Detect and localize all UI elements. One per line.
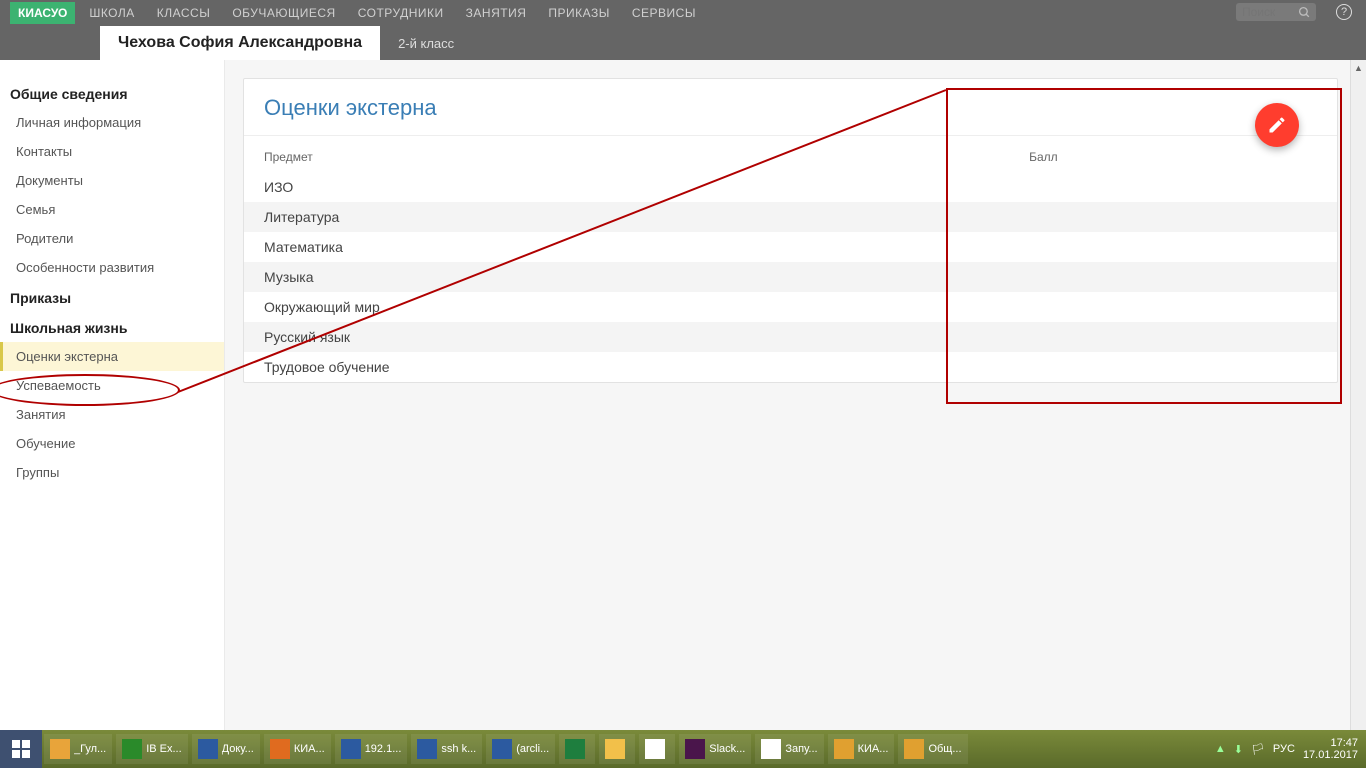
sidebar-item-development[interactable]: Особенности развития bbox=[0, 253, 224, 282]
cell-grade bbox=[1009, 172, 1337, 202]
panel-title: Оценки экстерна bbox=[244, 79, 1337, 136]
cell-grade bbox=[1009, 352, 1337, 382]
cell-grade bbox=[1009, 232, 1337, 262]
sidebar-section-orders: Приказы bbox=[0, 282, 224, 312]
sidebar-item-learning[interactable]: Обучение bbox=[0, 429, 224, 458]
taskbar-item[interactable]: Общ... bbox=[898, 734, 967, 764]
sidebar-item-family[interactable]: Семья bbox=[0, 195, 224, 224]
tray-up-icon[interactable]: ▲ bbox=[1215, 743, 1226, 755]
table-row: Трудовое обучение bbox=[244, 352, 1337, 382]
app-icon bbox=[341, 739, 361, 759]
app-icon bbox=[198, 739, 218, 759]
tab-class[interactable]: 2-й класс bbox=[380, 26, 454, 60]
taskbar-item[interactable]: 192.1... bbox=[335, 734, 408, 764]
table-row: Математика bbox=[244, 232, 1337, 262]
taskbar-item[interactable]: КИА... bbox=[264, 734, 331, 764]
tab-student-name[interactable]: Чехова София Александровна bbox=[100, 26, 380, 60]
cell-subject: Русский язык bbox=[244, 322, 1009, 352]
app-logo[interactable]: КИАСУО bbox=[10, 2, 75, 24]
taskbar-item[interactable] bbox=[599, 734, 635, 764]
table-row: Русский язык bbox=[244, 322, 1337, 352]
cell-subject: Окружающий мир bbox=[244, 292, 1009, 322]
search-wrap bbox=[1236, 3, 1316, 21]
nav-lessons[interactable]: ЗАНЯТИЯ bbox=[466, 6, 527, 20]
app-icon bbox=[605, 739, 625, 759]
sidebar-item-extern-grades[interactable]: Оценки экстерна bbox=[0, 342, 224, 371]
app-icon bbox=[685, 739, 705, 759]
cell-grade bbox=[1009, 292, 1337, 322]
system-tray: ▲ ⬇ 🏳 РУС 17:47 17.01.2017 bbox=[1215, 737, 1366, 761]
taskbar-item[interactable]: IB Ex... bbox=[116, 734, 187, 764]
table-row: ИЗО bbox=[244, 172, 1337, 202]
table-row: Окружающий мир bbox=[244, 292, 1337, 322]
taskbar-item[interactable]: _Гул... bbox=[44, 734, 112, 764]
app-icon bbox=[904, 739, 924, 759]
taskbar-item[interactable]: Доку... bbox=[192, 734, 260, 764]
nav-classes[interactable]: КЛАССЫ bbox=[157, 6, 211, 20]
scrollbar-vertical[interactable]: ▲ ▼ bbox=[1350, 60, 1366, 768]
col-subject: Предмет bbox=[244, 136, 1009, 172]
cell-subject: Трудовое обучение bbox=[244, 352, 1009, 382]
grades-panel: Оценки экстерна Предмет Балл ИЗО Литерат… bbox=[243, 78, 1338, 383]
nav-services[interactable]: СЕРВИСЫ bbox=[632, 6, 696, 20]
tray-download-icon[interactable]: ⬇ bbox=[1234, 743, 1243, 756]
sidebar: Общие сведения Личная информация Контакт… bbox=[0, 60, 225, 730]
search-input[interactable] bbox=[1240, 3, 1296, 21]
help-icon[interactable]: ? bbox=[1336, 4, 1352, 20]
sidebar-section-general: Общие сведения bbox=[0, 78, 224, 108]
taskbar: _Гул... IB Ex... Доку... КИА... 192.1...… bbox=[0, 730, 1366, 768]
taskbar-item[interactable]: Запу... bbox=[755, 734, 823, 764]
sidebar-item-documents[interactable]: Документы bbox=[0, 166, 224, 195]
tray-clock[interactable]: 17:47 17.01.2017 bbox=[1303, 737, 1358, 761]
cell-grade bbox=[1009, 322, 1337, 352]
app-icon bbox=[834, 739, 854, 759]
table-row: Музыка bbox=[244, 262, 1337, 292]
sidebar-item-progress[interactable]: Успеваемость bbox=[0, 371, 224, 400]
start-button[interactable] bbox=[0, 730, 42, 768]
app-icon bbox=[122, 739, 142, 759]
sidebar-item-contacts[interactable]: Контакты bbox=[0, 137, 224, 166]
app-icon bbox=[50, 739, 70, 759]
taskbar-item[interactable]: Slack... bbox=[679, 734, 751, 764]
content: Оценки экстерна Предмет Балл ИЗО Литерат… bbox=[225, 60, 1366, 730]
app-icon bbox=[417, 739, 437, 759]
taskbar-item[interactable] bbox=[559, 734, 595, 764]
nav-orders[interactable]: ПРИКАЗЫ bbox=[548, 6, 609, 20]
sidebar-item-parents[interactable]: Родители bbox=[0, 224, 224, 253]
cell-subject: ИЗО bbox=[244, 172, 1009, 202]
sidebar-item-groups[interactable]: Группы bbox=[0, 458, 224, 487]
topnav: КИАСУО ШКОЛА КЛАССЫ ОБУЧАЮЩИЕСЯ СОТРУДНИ… bbox=[0, 0, 1366, 26]
pencil-icon bbox=[1267, 115, 1287, 135]
app-icon bbox=[645, 739, 665, 759]
grades-table: Предмет Балл ИЗО Литература Математика М… bbox=[244, 136, 1337, 382]
sidebar-item-personal-info[interactable]: Личная информация bbox=[0, 108, 224, 137]
search-icon[interactable] bbox=[1296, 4, 1312, 20]
app-icon bbox=[270, 739, 290, 759]
tray-flag-icon[interactable]: 🏳 bbox=[1251, 743, 1265, 756]
taskbar-item[interactable]: (arcli... bbox=[486, 734, 555, 764]
cell-grade bbox=[1009, 262, 1337, 292]
taskbar-item[interactable] bbox=[639, 734, 675, 764]
cell-subject: Математика bbox=[244, 232, 1009, 262]
scroll-up-icon[interactable]: ▲ bbox=[1351, 60, 1366, 76]
app-icon bbox=[761, 739, 781, 759]
tray-language[interactable]: РУС bbox=[1273, 743, 1295, 755]
taskbar-item[interactable]: КИА... bbox=[828, 734, 895, 764]
cell-subject: Музыка bbox=[244, 262, 1009, 292]
taskbar-item[interactable]: ssh k... bbox=[411, 734, 482, 764]
sidebar-item-lessons[interactable]: Занятия bbox=[0, 400, 224, 429]
windows-icon bbox=[12, 740, 30, 758]
nav-staff[interactable]: СОТРУДНИКИ bbox=[358, 6, 444, 20]
app-icon bbox=[565, 739, 585, 759]
subnav: Чехова София Александровна 2-й класс bbox=[0, 26, 1366, 60]
nav-school[interactable]: ШКОЛА bbox=[89, 6, 134, 20]
nav-students[interactable]: ОБУЧАЮЩИЕСЯ bbox=[232, 6, 335, 20]
app-icon bbox=[492, 739, 512, 759]
cell-subject: Литература bbox=[244, 202, 1009, 232]
edit-button[interactable] bbox=[1255, 103, 1299, 147]
sidebar-section-school-life: Школьная жизнь bbox=[0, 312, 224, 342]
cell-grade bbox=[1009, 202, 1337, 232]
table-row: Литература bbox=[244, 202, 1337, 232]
